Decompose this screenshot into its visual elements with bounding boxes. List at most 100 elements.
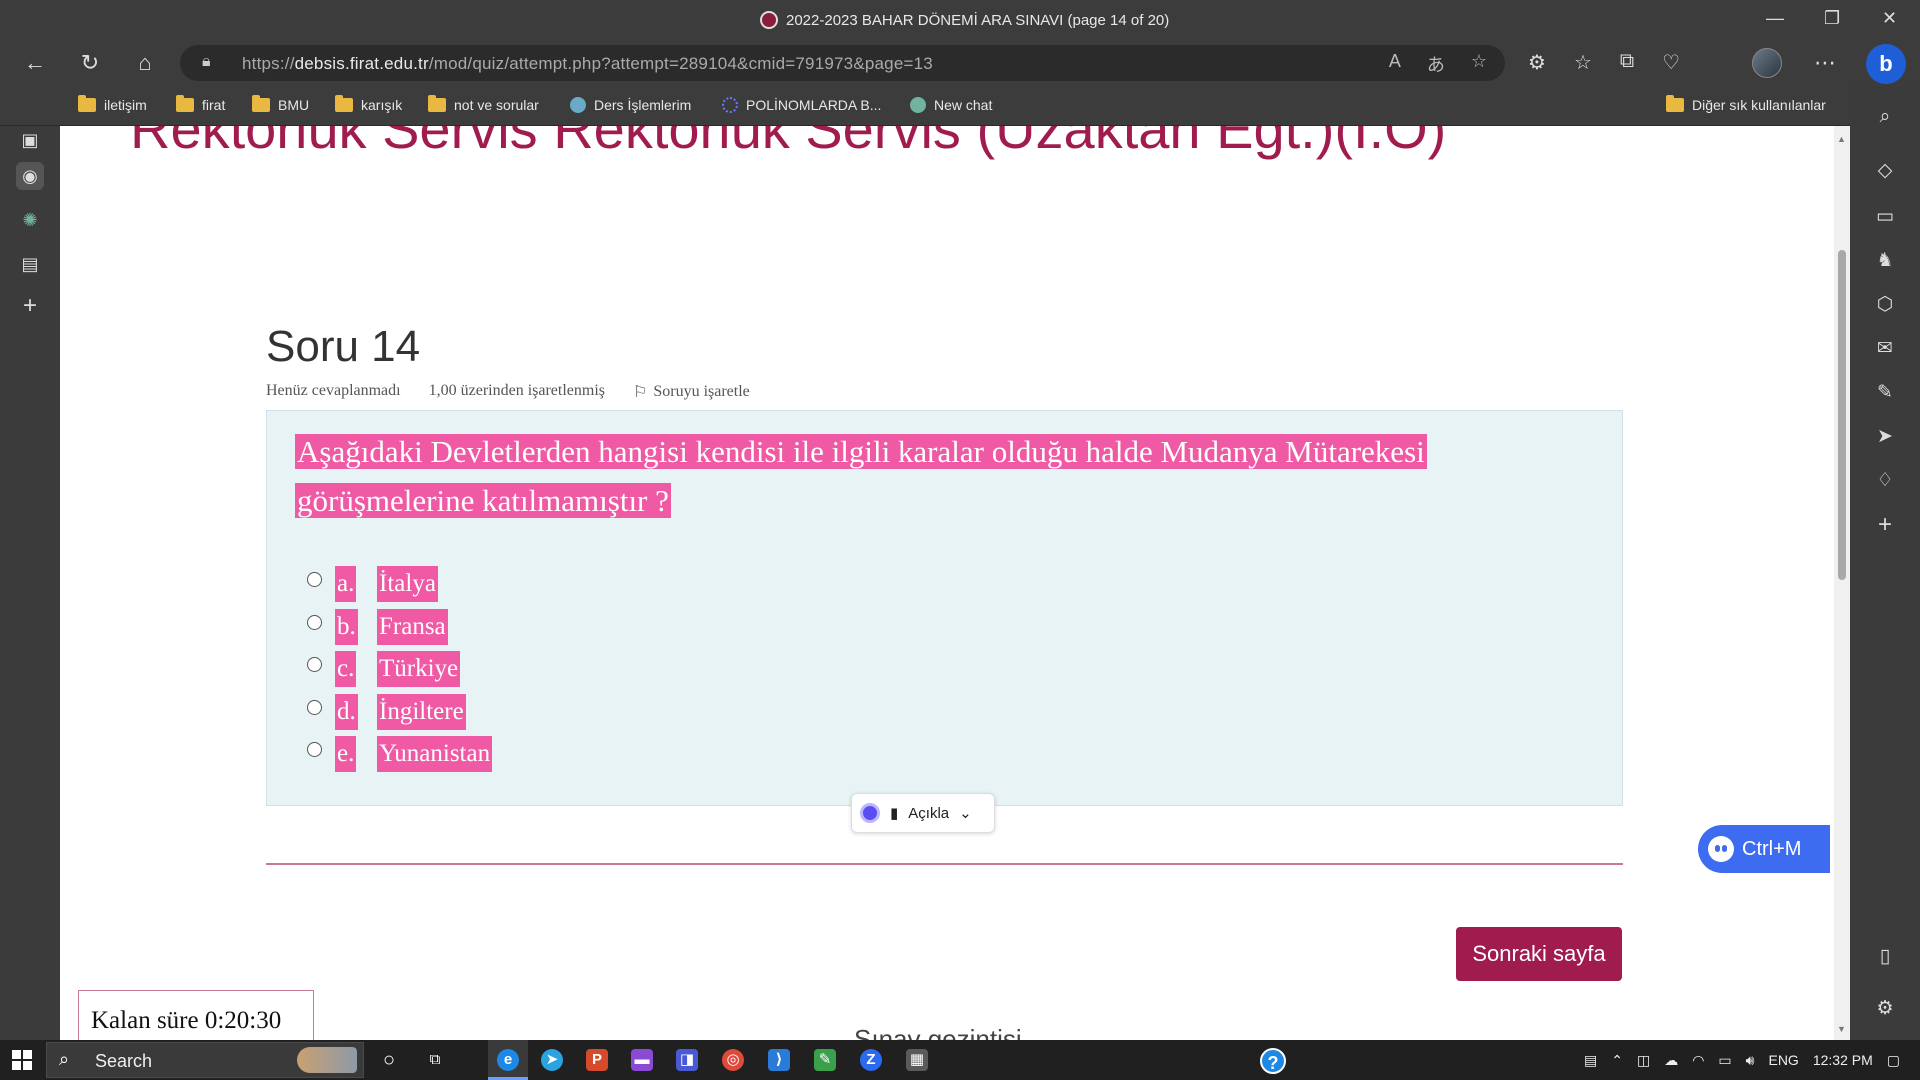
bing-copilot-icon[interactable]: b — [1866, 44, 1906, 84]
home-icon[interactable]: ⌂ — [132, 50, 158, 76]
games-icon[interactable]: ♞ — [1872, 248, 1898, 274]
search-icon[interactable]: ⌕ — [1872, 104, 1898, 130]
bookmark-polinomlarda[interactable]: POLİNOMLARDA B... — [722, 97, 881, 113]
bookmark-firat[interactable]: firat — [176, 95, 225, 113]
onedrive-icon[interactable]: ☁ — [1664, 1052, 1678, 1069]
telegram-icon[interactable]: ➤ — [541, 1049, 563, 1071]
zoom-icon[interactable]: Z — [860, 1049, 882, 1071]
bookmark-bmu[interactable]: BMU — [252, 95, 309, 113]
address-bar[interactable]: 🔒︎ https://debsis.firat.edu.tr/mod/quiz/… — [180, 45, 1505, 81]
tab-chatgpt-icon[interactable]: ✺ — [16, 206, 44, 234]
question-info: Henüz cevaplanmadı 1,00 üzerinden işaret… — [266, 382, 750, 402]
edge-taskbar-icon[interactable]: e — [497, 1049, 519, 1071]
send-icon[interactable]: ➤ — [1872, 424, 1898, 450]
designer-icon[interactable]: ✎ — [1872, 380, 1898, 406]
page-scrollbar[interactable]: ▲ ▼ — [1834, 126, 1850, 1040]
scrollbar-thumb[interactable] — [1838, 250, 1846, 580]
chrome-icon[interactable]: ◎ — [722, 1049, 744, 1071]
tab-quiz-icon[interactable]: ◉ — [16, 162, 44, 190]
explain-label[interactable]: Açıkla — [908, 805, 949, 822]
book-icon: ▮ — [890, 805, 899, 822]
bookmark-karisik[interactable]: karışık — [335, 95, 402, 113]
meet-now-icon[interactable]: ◫ — [1637, 1052, 1650, 1069]
ai-shortcut-button[interactable]: Ctrl+M — [1698, 825, 1830, 873]
scroll-up-icon[interactable]: ▲ — [1837, 134, 1846, 144]
app-icon-blue[interactable]: ◨ — [676, 1049, 698, 1071]
url-text[interactable]: https://debsis.firat.edu.tr/mod/quiz/att… — [242, 54, 933, 74]
question-grade: 1,00 üzerinden işaretlenmiş — [428, 382, 605, 399]
bookmark-not-ve-sorular[interactable]: not ve sorular — [428, 95, 539, 113]
taskbar-search[interactable]: ⌕ Search — [46, 1042, 364, 1078]
lock-icon[interactable]: 🔒︎ — [202, 53, 211, 71]
show-hidden-icons-icon[interactable]: ⌃ — [1611, 1052, 1623, 1069]
tools-briefcase-icon[interactable]: ▭ — [1872, 204, 1898, 230]
bookmark-new-chat[interactable]: New chat — [910, 97, 992, 113]
help-icon[interactable]: ? — [1260, 1048, 1286, 1074]
task-view-icon[interactable]: ⧉ — [424, 1049, 446, 1071]
collections-icon[interactable]: ⧉ — [1620, 50, 1634, 75]
video-editor-icon[interactable]: ▬ — [631, 1049, 653, 1071]
bookmark-other-favorites[interactable]: Diğer sık kullanılanlar — [1666, 95, 1826, 113]
flag-question-link[interactable]: ⚐ Soruyu işaretle — [633, 382, 750, 402]
refresh-icon[interactable]: ↻ — [77, 50, 103, 76]
wifi-icon[interactable]: ◠ — [1692, 1052, 1704, 1069]
explain-popup[interactable]: ▮ Açıkla ⌄ — [851, 793, 995, 833]
add-favorite-icon[interactable]: ☆ — [1471, 51, 1487, 77]
radio-button[interactable] — [307, 699, 322, 715]
time-remaining: Kalan süre 0:20:30 — [78, 990, 314, 1040]
ai-assistant-icon[interactable] — [860, 803, 880, 823]
search-highlight-image[interactable] — [297, 1047, 357, 1073]
hide-sidebar-icon[interactable]: ▯ — [1872, 944, 1898, 970]
loading-icon — [722, 97, 738, 113]
radio-button[interactable] — [307, 614, 322, 630]
bookmarks-bar: iletişim firat BMU karışık not ve sorula… — [0, 86, 1920, 126]
language-indicator[interactable]: ENG — [1768, 1052, 1798, 1068]
quiz-navigation-heading: Sınav gezintisi — [854, 1024, 1022, 1040]
restore-icon[interactable]: ❐ — [1824, 8, 1840, 29]
settings-gear-icon[interactable]: ⚙ — [1872, 996, 1898, 1022]
vscode-icon[interactable]: ⟩ — [768, 1049, 790, 1071]
shopping-tag-icon[interactable]: ◇ — [1872, 158, 1898, 184]
next-page-button[interactable]: Sonraki sayfa — [1456, 927, 1622, 981]
notifications-icon[interactable]: ♢ — [1872, 468, 1898, 494]
ai-bot-icon — [1708, 836, 1734, 862]
folder-icon — [1666, 95, 1684, 112]
cortana-icon[interactable]: ○ — [378, 1049, 400, 1071]
bookmark-iletisim[interactable]: iletişim — [78, 95, 147, 113]
radio-button[interactable] — [307, 742, 322, 757]
notepad-icon[interactable]: ✎ — [814, 1049, 836, 1071]
favorites-icon[interactable]: ☆ — [1574, 50, 1592, 75]
browser-essentials-icon[interactable]: ♡ — [1662, 50, 1680, 75]
folder-icon — [176, 95, 194, 112]
translate-icon[interactable]: あ — [1427, 51, 1445, 77]
add-sidebar-app-icon[interactable]: + — [1872, 512, 1898, 538]
scroll-down-icon[interactable]: ▼ — [1837, 1024, 1846, 1034]
edge-sidebar: ⌕ ◇ ▭ ♞ ⬡ ✉ ✎ ➤ ♢ + ▯ ⚙ — [1850, 86, 1920, 1040]
radio-button[interactable] — [307, 572, 322, 587]
read-aloud-icon[interactable]: A — [1389, 51, 1401, 77]
profile-avatar[interactable] — [1752, 48, 1782, 78]
microsoft365-icon[interactable]: ⬡ — [1872, 292, 1898, 318]
clock[interactable]: 12:32 PM — [1813, 1052, 1873, 1068]
volume-icon[interactable]: 🔊︎ — [1746, 1052, 1755, 1069]
chevron-down-icon[interactable]: ⌄ — [959, 804, 972, 822]
back-icon[interactable]: ← — [22, 50, 48, 76]
taskbar-search-placeholder[interactable]: Search — [95, 1051, 152, 1072]
minimize-icon[interactable]: — — [1766, 8, 1784, 29]
notifications-icon[interactable]: ▢ — [1887, 1052, 1900, 1069]
tab-calendar-icon[interactable]: ▤ — [16, 250, 44, 278]
app-icon-orange[interactable]: P — [586, 1049, 608, 1071]
extensions-icon[interactable]: ⚙ — [1528, 50, 1546, 75]
battery-icon[interactable]: ▭ — [1718, 1052, 1731, 1069]
more-menu-icon[interactable]: ⋯ — [1812, 50, 1838, 76]
close-window-icon[interactable]: ✕ — [1882, 8, 1897, 29]
bookmark-ders-islemlerim[interactable]: Ders İşlemlerim — [570, 97, 691, 113]
news-widget-icon[interactable]: ▤ — [1584, 1052, 1597, 1069]
new-tab-icon[interactable]: + — [16, 292, 44, 320]
tab-actions-icon[interactable]: ▣ — [16, 126, 44, 154]
start-button-icon[interactable] — [12, 1050, 32, 1070]
folder-icon — [78, 95, 96, 112]
calculator-icon[interactable]: ▦ — [906, 1049, 928, 1071]
outlook-icon[interactable]: ✉ — [1872, 336, 1898, 362]
radio-button[interactable] — [307, 657, 322, 672]
